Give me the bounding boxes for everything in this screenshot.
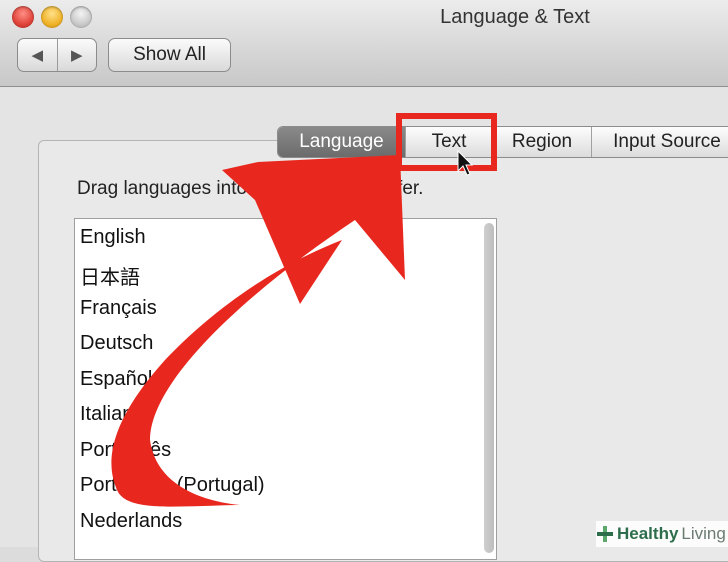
watermark-brand-light: Living — [681, 524, 726, 543]
tab-bar: Language Text Region Input Source — [277, 126, 728, 158]
tab-input-source[interactable]: Input Source — [592, 127, 728, 157]
tab-text[interactable]: Text — [406, 127, 493, 157]
minimize-window-button[interactable] — [41, 6, 63, 28]
tab-region[interactable]: Region — [493, 127, 592, 157]
list-item[interactable]: Português (Portugal) — [80, 474, 265, 497]
close-window-button[interactable] — [12, 6, 34, 28]
window-title: Language & Text — [440, 6, 590, 28]
list-item[interactable]: Italiano — [80, 403, 145, 426]
list-scrollbar[interactable] — [484, 223, 494, 553]
forward-arrow-icon: ▶ — [70, 47, 83, 64]
show-all-button[interactable]: Show All — [108, 38, 231, 72]
preferences-window: Language & Text ◀ ▶ Show All Language Te… — [0, 0, 728, 562]
forward-button[interactable]: ▶ — [56, 39, 97, 71]
language-list[interactable]: English 日本語 Français Deutsch Español Ita… — [74, 218, 497, 560]
list-item[interactable]: Deutsch — [80, 332, 153, 355]
back-button[interactable]: ◀ — [18, 39, 57, 71]
healthy-living-watermark: Healthy Living — [596, 521, 728, 547]
back-arrow-icon: ◀ — [31, 47, 44, 64]
tab-language[interactable]: Language — [278, 127, 406, 157]
cross-logo-icon — [597, 526, 613, 542]
list-item[interactable]: Español — [80, 368, 152, 391]
watermark-brand-bold: Healthy — [617, 524, 679, 543]
drag-hint-text: Drag languages into the order you prefer… — [77, 178, 424, 199]
back-forward-control: ◀ ▶ — [17, 38, 97, 72]
list-item[interactable]: Português — [80, 439, 171, 462]
list-item[interactable]: English — [80, 226, 146, 249]
title-toolbar: Language & Text ◀ ▶ Show All — [0, 0, 728, 87]
zoom-window-button[interactable] — [70, 6, 92, 28]
list-item[interactable]: 日本語 — [80, 261, 140, 290]
list-item[interactable]: Français — [80, 297, 157, 320]
list-item[interactable]: Nederlands — [80, 510, 182, 533]
